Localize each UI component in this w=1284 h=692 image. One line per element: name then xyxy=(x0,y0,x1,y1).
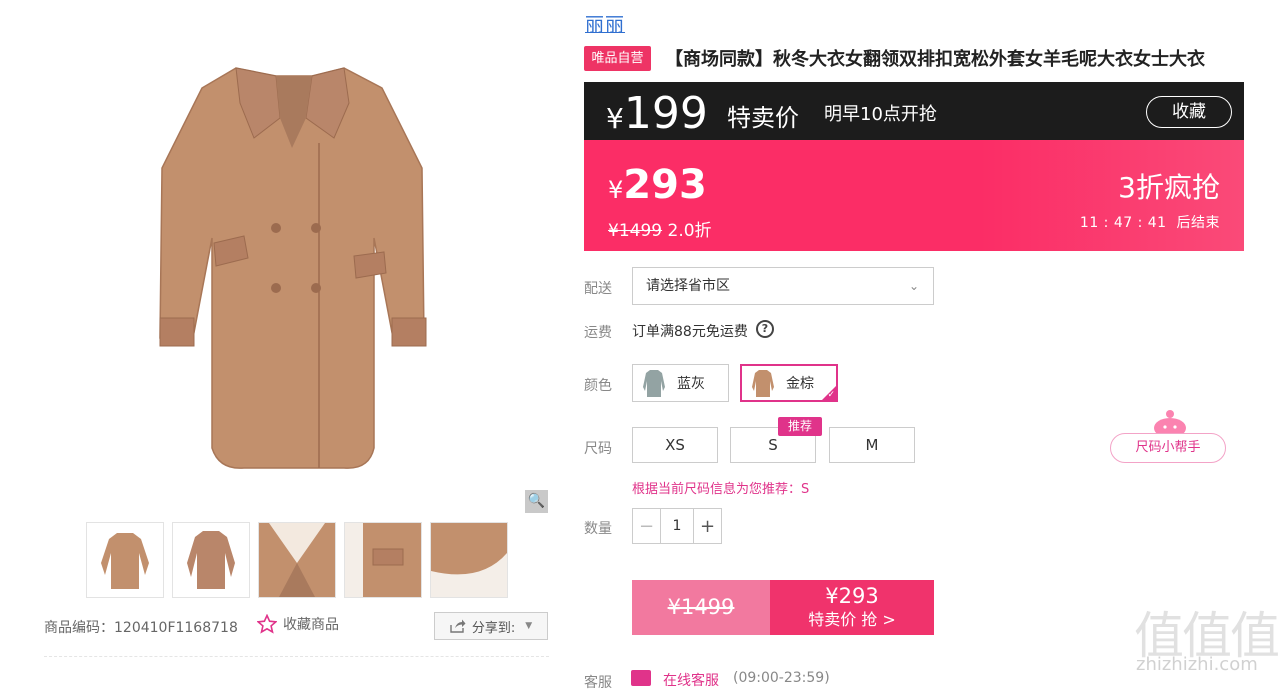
size-recommendation: 根据当前尺码信息为您推荐：S xyxy=(632,482,810,497)
flash-price-tag: 特卖价 xyxy=(727,104,799,132)
thumbnail-front[interactable] xyxy=(86,522,164,598)
flash-price-value: 199 xyxy=(623,88,708,139)
original-price-line: ¥1499 2.0折 xyxy=(608,216,712,241)
sku-info: 商品编码：120410F1168718 xyxy=(44,617,238,637)
sku-label: 商品编码： xyxy=(44,620,114,636)
buy-cta-label: 特卖价 抢 > xyxy=(808,610,896,629)
countdown-suffix: 后结束 xyxy=(1176,215,1220,231)
sku-value: 120410F1168718 xyxy=(114,620,238,636)
countdown-timer: 11 : 47 : 41 xyxy=(1079,215,1167,231)
self-operated-badge: 唯品自营 xyxy=(584,46,651,71)
recommend-tag: 推荐 xyxy=(778,417,822,436)
sale-price: ¥293 xyxy=(608,162,707,208)
original-price: ¥1499 xyxy=(608,221,663,241)
plus-icon[interactable]: + xyxy=(693,509,721,543)
size-helper-button[interactable]: 尺码小帮手 xyxy=(1110,433,1226,463)
favorite-button[interactable]: 收藏 xyxy=(1146,96,1232,128)
thumbnail-pocket[interactable] xyxy=(344,522,422,598)
color-swatch-gold-brown xyxy=(752,370,774,397)
buy-original-price[interactable]: ¥1499 xyxy=(632,580,770,635)
divider xyxy=(44,656,549,657)
shipping-label: 运费 xyxy=(584,325,612,341)
color-label: 颜色 xyxy=(584,378,612,394)
chat-icon xyxy=(631,670,651,686)
size-option-m[interactable]: M xyxy=(829,427,915,463)
sale-price-box: ¥293 ¥1499 2.0折 3折疯抢 11 : 47 : 41 后结束 xyxy=(584,140,1244,251)
chevron-down-icon: ⌄ xyxy=(908,279,919,293)
size-label: 尺码 xyxy=(584,441,612,457)
thumbnail-collar[interactable] xyxy=(258,522,336,598)
thumbnail-back[interactable] xyxy=(172,522,250,598)
flash-start-time: 明早10点开抢 xyxy=(824,104,937,125)
product-title: 【商场同款】秋冬大衣女翻领双排扣宽松外套女羊毛呢大衣女士大衣 xyxy=(665,49,1205,70)
color-option-label: 蓝灰 xyxy=(677,376,705,392)
buy-now-button[interactable]: ¥293 特卖价 抢 > xyxy=(770,580,934,635)
flash-price: ¥199 xyxy=(606,88,708,139)
minus-icon[interactable]: − xyxy=(633,509,661,543)
online-service-link[interactable]: 在线客服 xyxy=(663,670,719,690)
star-icon xyxy=(257,614,277,634)
quantity-stepper: − 1 + xyxy=(632,508,722,544)
share-icon xyxy=(450,619,466,633)
size-option-xs[interactable]: XS xyxy=(632,427,718,463)
check-icon: ✓ xyxy=(827,390,835,400)
caret-down-icon: ▼ xyxy=(525,621,533,631)
sale-currency: ¥ xyxy=(608,176,624,204)
zoom-icon[interactable]: 🔍 xyxy=(525,490,548,513)
thumbnail-hem[interactable] xyxy=(430,522,508,598)
shipping-text: 订单满88元免运费 xyxy=(632,324,748,340)
service-label: 客服 xyxy=(584,675,612,691)
product-main-image[interactable] xyxy=(44,8,549,516)
quantity-label: 数量 xyxy=(584,521,612,537)
color-option-gold-brown[interactable]: 金棕 ✓ xyxy=(740,364,838,402)
countdown: 11 : 47 : 41 后结束 xyxy=(1080,212,1220,232)
color-option-blue-gray[interactable]: 蓝灰 xyxy=(632,364,729,402)
share-dropdown[interactable]: 分享到: ▼ xyxy=(434,612,548,640)
region-placeholder: 请选择省市区 xyxy=(646,278,730,294)
promo-title: 3折疯抢 xyxy=(1118,171,1220,204)
thumbnail-strip xyxy=(86,522,508,598)
favorite-label: 收藏商品 xyxy=(283,617,339,633)
quantity-value[interactable]: 1 xyxy=(661,509,693,543)
region-select[interactable]: 请选择省市区 ⌄ xyxy=(632,267,934,305)
color-swatch-blue-gray xyxy=(643,370,665,397)
share-label: 分享到: xyxy=(471,620,516,636)
flash-sale-bar: ¥199 特卖价 明早10点开抢 收藏 xyxy=(584,82,1244,140)
help-icon[interactable]: ? xyxy=(756,320,774,338)
watermark-url: zhizhizhi.com xyxy=(1136,654,1258,675)
delivery-label: 配送 xyxy=(584,281,612,297)
favorite-product-link[interactable]: 收藏商品 xyxy=(257,614,339,634)
brand-link[interactable]: 丽丽 xyxy=(585,10,625,37)
discount-rate: 2.0折 xyxy=(667,221,712,241)
service-hours: (09:00-23:59) xyxy=(733,670,830,686)
sale-price-value: 293 xyxy=(623,162,707,208)
flash-currency: ¥ xyxy=(606,102,624,135)
buy-price: ¥293 xyxy=(825,584,879,608)
color-option-label: 金棕 xyxy=(786,376,814,392)
